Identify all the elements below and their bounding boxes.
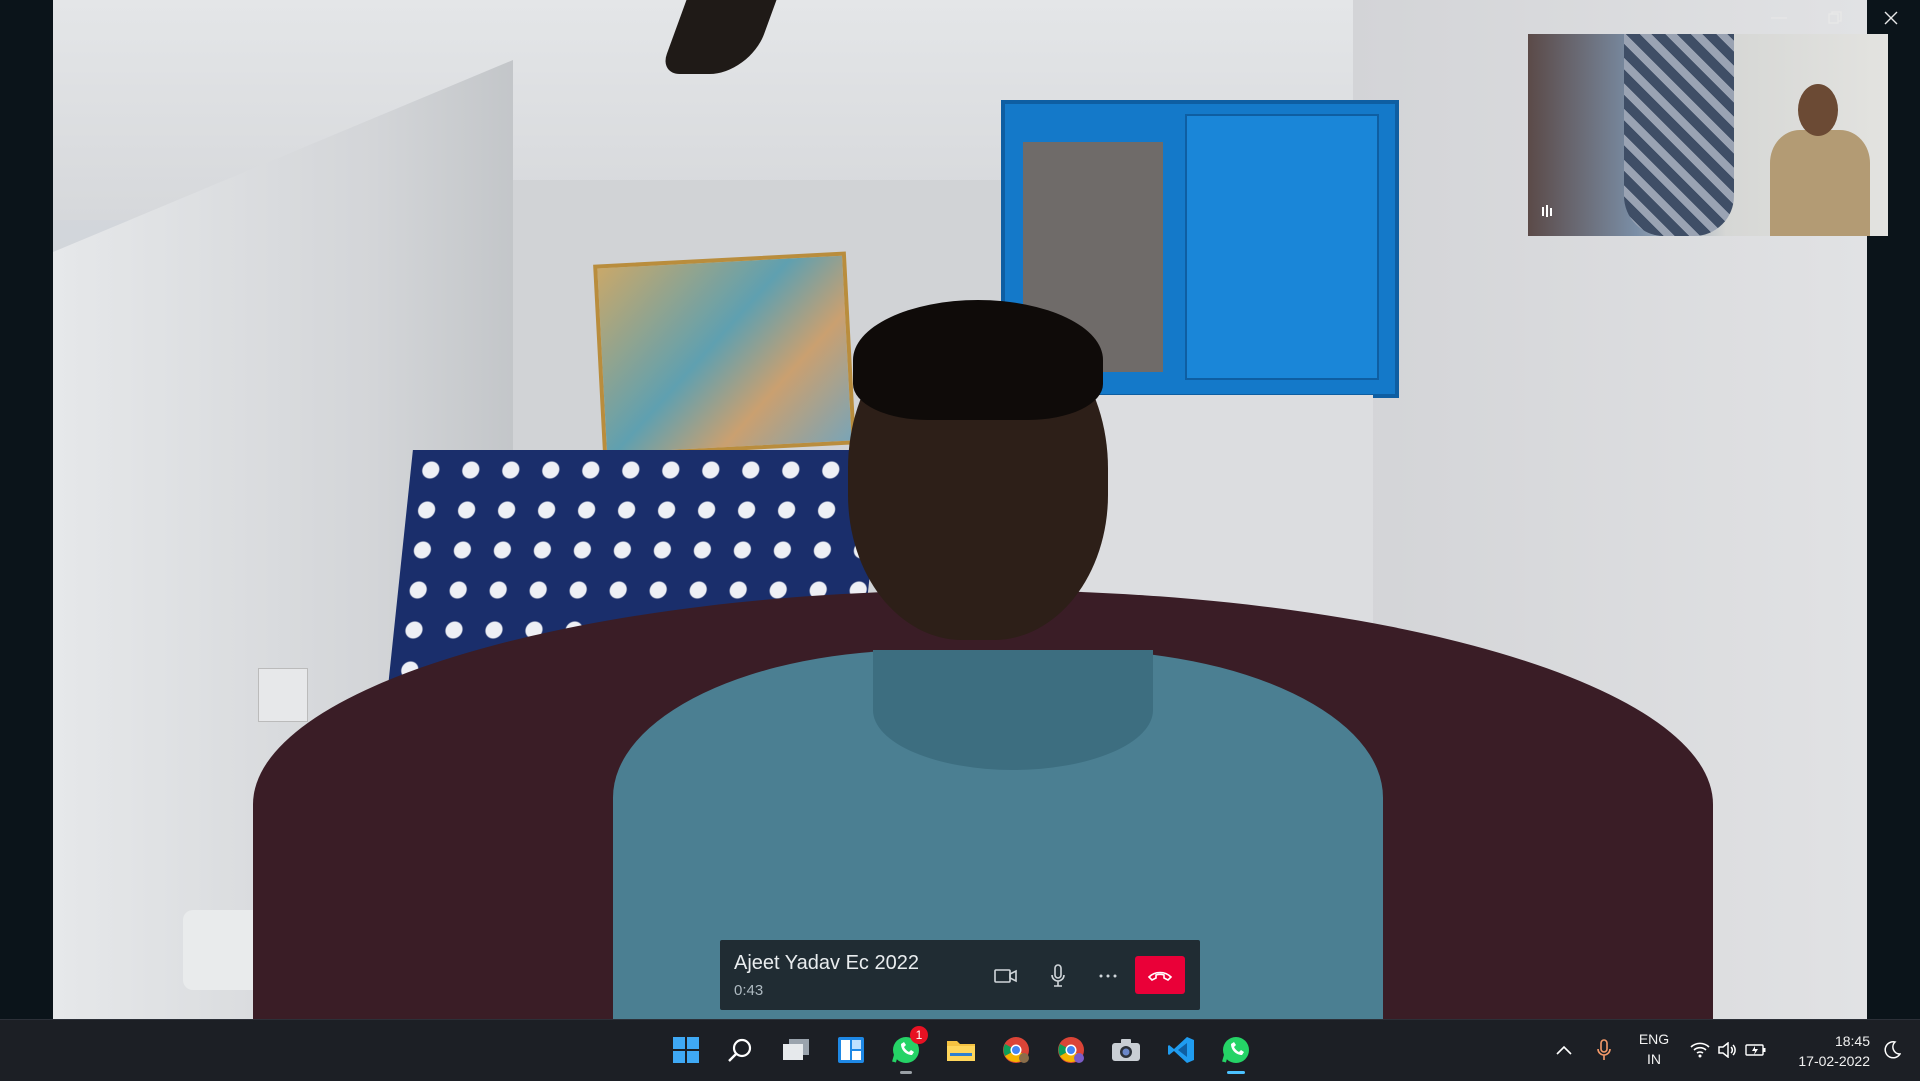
pip-person-head xyxy=(1798,84,1838,136)
battery-button[interactable] xyxy=(1744,1032,1768,1068)
scene-cabinet-door xyxy=(1185,114,1379,380)
search-button[interactable] xyxy=(722,1032,758,1068)
chevron-up-icon xyxy=(1556,1045,1572,1055)
pip-person xyxy=(1760,84,1880,236)
microphone-in-use-indicator[interactable] xyxy=(1590,1032,1618,1068)
microphone-icon xyxy=(1051,964,1065,987)
minimize-button[interactable]: — xyxy=(1756,4,1802,32)
chrome-icon xyxy=(1003,1037,1029,1063)
windows-start-icon xyxy=(673,1037,699,1063)
taskbar-chrome-profile-2[interactable] xyxy=(1053,1032,1089,1068)
clock-date: 17-02-2022 xyxy=(1798,1053,1870,1069)
scene-person-collar xyxy=(873,650,1153,770)
task-view-icon xyxy=(783,1039,809,1060)
video-camera-icon xyxy=(994,969,1017,983)
caller-name: Ajeet Yadav Ec 2022 xyxy=(734,952,919,974)
scene-wall-socket xyxy=(258,668,308,722)
mute-button[interactable] xyxy=(1038,956,1078,996)
start-button[interactable] xyxy=(668,1032,704,1068)
folder-icon xyxy=(947,1041,975,1061)
widgets-icon xyxy=(838,1037,864,1063)
taskbar: 1 ENG IN 18:45 17-02-2022 xyxy=(0,1019,1920,1081)
close-icon xyxy=(1884,11,1898,25)
taskbar-whatsapp-pinned[interactable]: 1 xyxy=(888,1026,928,1074)
region-code: IN xyxy=(1647,1051,1661,1067)
volume-button[interactable] xyxy=(1716,1032,1740,1068)
whatsapp-unread-badge: 1 xyxy=(910,1026,928,1044)
do-not-disturb-moon-icon xyxy=(1884,1041,1901,1059)
end-call-icon xyxy=(1147,971,1173,981)
notifications-button[interactable] xyxy=(1878,1032,1906,1068)
microphone-icon xyxy=(1597,1039,1611,1060)
task-view-button[interactable] xyxy=(778,1032,814,1068)
more-icon xyxy=(1099,974,1117,978)
taskbar-whatsapp-active[interactable] xyxy=(1218,1032,1254,1074)
end-call-button[interactable] xyxy=(1135,956,1185,994)
restore-icon xyxy=(1828,11,1842,24)
taskbar-chrome-profile-1[interactable] xyxy=(998,1032,1034,1068)
restore-button[interactable] xyxy=(1812,4,1858,32)
scene-poster xyxy=(593,251,856,458)
clock-time: 18:45 xyxy=(1834,1033,1870,1049)
taskbar-camera[interactable] xyxy=(1108,1032,1144,1068)
scene-person-hair xyxy=(853,300,1103,420)
minimize-icon: — xyxy=(1771,9,1787,26)
whatsapp-icon xyxy=(1222,1037,1249,1063)
audio-level-icon xyxy=(1540,204,1556,221)
call-duration: 0:43 xyxy=(734,982,764,999)
speaker-icon xyxy=(1718,1042,1736,1058)
taskbar-file-explorer[interactable] xyxy=(943,1032,979,1068)
self-view-video[interactable] xyxy=(1528,34,1888,236)
show-hidden-icons-button[interactable] xyxy=(1552,1032,1576,1068)
more-options-button[interactable] xyxy=(1088,956,1128,996)
battery-charging-icon xyxy=(1745,1044,1766,1056)
call-control-bar: Ajeet Yadav Ec 2022 0:43 xyxy=(720,940,1200,1010)
search-icon xyxy=(728,1038,752,1062)
pip-person-body xyxy=(1770,130,1870,236)
active-indicator xyxy=(1227,1071,1245,1074)
chrome-icon xyxy=(1058,1037,1084,1063)
video-toggle-button[interactable] xyxy=(986,956,1026,996)
close-button[interactable] xyxy=(1868,4,1914,32)
input-language-indicator[interactable]: ENG IN xyxy=(1636,1029,1672,1069)
running-indicator xyxy=(900,1071,912,1074)
taskbar-vscode[interactable] xyxy=(1163,1032,1199,1068)
network-button[interactable] xyxy=(1688,1032,1712,1068)
widgets-button[interactable] xyxy=(833,1032,869,1068)
language-code: ENG xyxy=(1638,1031,1670,1047)
camera-icon xyxy=(1112,1039,1140,1061)
pip-person-arm xyxy=(1624,34,1734,236)
clock[interactable]: 18:45 17-02-2022 xyxy=(1784,1031,1870,1071)
wifi-icon xyxy=(1690,1042,1710,1058)
vscode-icon xyxy=(1168,1037,1194,1063)
